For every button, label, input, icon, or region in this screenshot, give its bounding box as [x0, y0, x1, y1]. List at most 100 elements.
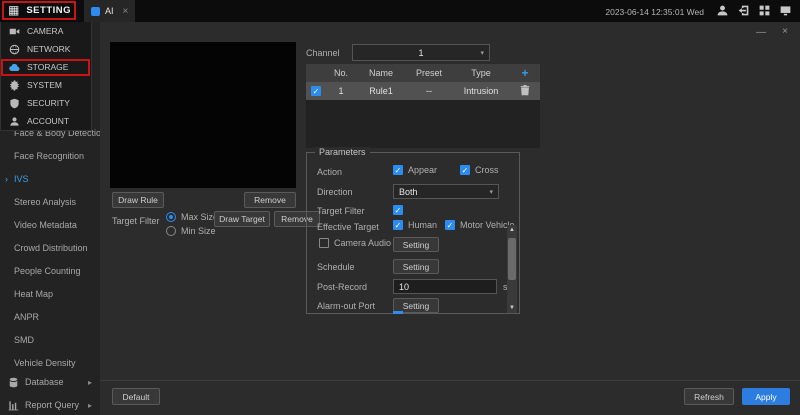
- col-type: Type: [452, 68, 510, 78]
- parameters-scrollbar[interactable]: ▲ ▼: [507, 225, 517, 313]
- sidebar-item-smd[interactable]: SMD: [0, 329, 100, 352]
- menu-item-label: SECURITY: [27, 98, 70, 108]
- sidebar-item-crowd-distribution[interactable]: Crowd Distribution: [0, 237, 100, 260]
- gear-icon: [9, 80, 20, 91]
- storage-icon: [9, 62, 20, 73]
- sidebar-item-label: Report Query: [25, 400, 79, 410]
- datetime-label: 2023-06-14 12:35:01 Wed: [605, 7, 704, 17]
- clipped-checkbox: [393, 311, 403, 314]
- video-preview[interactable]: [110, 42, 296, 188]
- alarm-out-port-label: Alarm-out Port: [317, 301, 375, 311]
- sidebar-item-label: Face Recognition: [14, 151, 84, 161]
- target-filter-checkbox[interactable]: ✓: [393, 205, 403, 215]
- scrollbar-thumb[interactable]: [508, 238, 516, 280]
- camera-audio-checkbox[interactable]: Camera Audio: [319, 238, 391, 248]
- sidebar-item-people-counting[interactable]: People Counting: [0, 260, 100, 283]
- sidebar-item-video-metadata[interactable]: Video Metadata: [0, 214, 100, 237]
- sidebar-item-anpr[interactable]: ANPR: [0, 306, 100, 329]
- menu-item-label: NETWORK: [27, 44, 70, 54]
- radio-icon[interactable]: [166, 226, 176, 236]
- cross-checkbox[interactable]: ✓ Cross: [460, 165, 499, 175]
- col-no: No.: [326, 68, 356, 78]
- appear-checkbox[interactable]: ✓ Appear: [393, 165, 437, 175]
- refresh-button[interactable]: Refresh: [684, 388, 734, 405]
- scroll-up-icon[interactable]: ▲: [507, 225, 517, 235]
- sidebar-item-label: Database: [25, 377, 64, 387]
- report-icon: [8, 400, 19, 411]
- camera-audio-setting-button[interactable]: Setting: [393, 237, 439, 252]
- sidebar-item-label: SMD: [14, 335, 34, 345]
- schedule-setting-button[interactable]: Setting: [393, 259, 439, 274]
- sidebar-item-label: Video Metadata: [14, 220, 77, 230]
- remove-rule-button[interactable]: Remove: [244, 192, 296, 208]
- menu-item-label: STORAGE: [27, 62, 68, 72]
- layout-grid-icon[interactable]: [758, 4, 771, 17]
- motor-vehicle-checkbox[interactable]: ✓ Motor Vehicle: [445, 220, 515, 230]
- human-checkbox[interactable]: ✓ Human: [393, 220, 437, 230]
- direction-select[interactable]: Both ▾: [393, 184, 499, 199]
- checkbox-icon[interactable]: [319, 238, 329, 248]
- app-root: { "topbar": { "brand": "SETTING", "tab_l…: [0, 0, 800, 415]
- max-size-radio[interactable]: Max Size: [166, 212, 218, 222]
- parameters-group: Parameters Action ✓ Appear ✓ Cross Direc…: [306, 152, 520, 314]
- menu-item-storage[interactable]: STORAGE: [1, 58, 91, 76]
- sidebar-item-heat-map[interactable]: Heat Map: [0, 283, 100, 306]
- topbar: ▦ SETTING AI × 2023-06-14 12:35:01 Wed: [0, 0, 800, 22]
- checkbox-icon[interactable]: ✓: [393, 165, 403, 175]
- menu-item-label: CAMERA: [27, 26, 63, 36]
- sidebar-item-database[interactable]: Database ▸: [0, 372, 100, 392]
- cell-name: Rule1: [356, 86, 406, 96]
- target-filter-label: Target Filter: [112, 216, 160, 226]
- user-icon[interactable]: [716, 4, 729, 17]
- menu-item-camera[interactable]: CAMERA: [1, 22, 91, 40]
- table-row[interactable]: ✓ 1 Rule1 -- Intrusion: [306, 82, 540, 100]
- draw-rule-button[interactable]: Draw Rule: [112, 192, 164, 208]
- checkbox-icon[interactable]: ✓: [460, 165, 470, 175]
- post-record-input[interactable]: [393, 279, 497, 294]
- cross-label: Cross: [475, 165, 499, 175]
- channel-select[interactable]: 1 ▾: [352, 44, 490, 61]
- human-label: Human: [408, 220, 437, 230]
- col-name: Name: [356, 68, 406, 78]
- monitor-icon[interactable]: [779, 4, 792, 17]
- trash-icon: [520, 85, 530, 96]
- cell-no: 1: [326, 86, 356, 96]
- sidebar-item-ivs[interactable]: ›IVS: [0, 168, 100, 191]
- delete-rule-button[interactable]: [510, 85, 540, 98]
- ai-tab-label: AI: [105, 6, 114, 16]
- sidebar-item-label: Stereo Analysis: [14, 197, 76, 207]
- window-minimize-icon[interactable]: —: [756, 27, 766, 38]
- col-preset: Preset: [406, 68, 452, 78]
- menu-item-security[interactable]: SECURITY: [1, 94, 91, 112]
- sidebar-item-face-recognition[interactable]: Face Recognition: [0, 145, 100, 168]
- tab-ai[interactable]: AI ×: [84, 0, 135, 22]
- radio-icon[interactable]: [166, 212, 176, 222]
- menu-item-network[interactable]: NETWORK: [1, 40, 91, 58]
- row-checkbox[interactable]: ✓: [311, 86, 321, 96]
- person-icon: [9, 116, 20, 127]
- schedule-label: Schedule: [317, 262, 355, 272]
- check-icon: ✓: [394, 166, 402, 176]
- menu-item-account[interactable]: ACCOUNT: [1, 112, 91, 130]
- min-size-radio[interactable]: Min Size: [166, 226, 216, 236]
- apply-button[interactable]: Apply: [742, 388, 790, 405]
- setting-menu-button[interactable]: ▦ SETTING: [8, 4, 71, 16]
- sidebar-item-report-query[interactable]: Report Query ▸: [0, 395, 100, 415]
- checkbox-icon[interactable]: ✓: [393, 220, 403, 230]
- active-arrow-icon: ›: [5, 168, 8, 191]
- window-close-icon[interactable]: ×: [782, 26, 788, 37]
- direction-label: Direction: [317, 187, 353, 197]
- tab-close-icon[interactable]: ×: [123, 6, 129, 17]
- sidebar-item-stereo-analysis[interactable]: Stereo Analysis: [0, 191, 100, 214]
- check-icon: ✓: [312, 87, 320, 97]
- scroll-down-icon[interactable]: ▼: [507, 303, 517, 313]
- default-button[interactable]: Default: [112, 388, 160, 405]
- menu-item-system[interactable]: SYSTEM: [1, 76, 91, 94]
- check-icon: ✓: [461, 166, 469, 176]
- checkbox-icon[interactable]: ✓: [445, 220, 455, 230]
- draw-target-button[interactable]: Draw Target: [214, 211, 270, 227]
- sidebar-item-label: Vehicle Density: [14, 358, 76, 368]
- logout-icon[interactable]: [737, 4, 750, 17]
- add-rule-button[interactable]: +: [510, 66, 540, 80]
- sidebar-item-label: Crowd Distribution: [14, 243, 88, 253]
